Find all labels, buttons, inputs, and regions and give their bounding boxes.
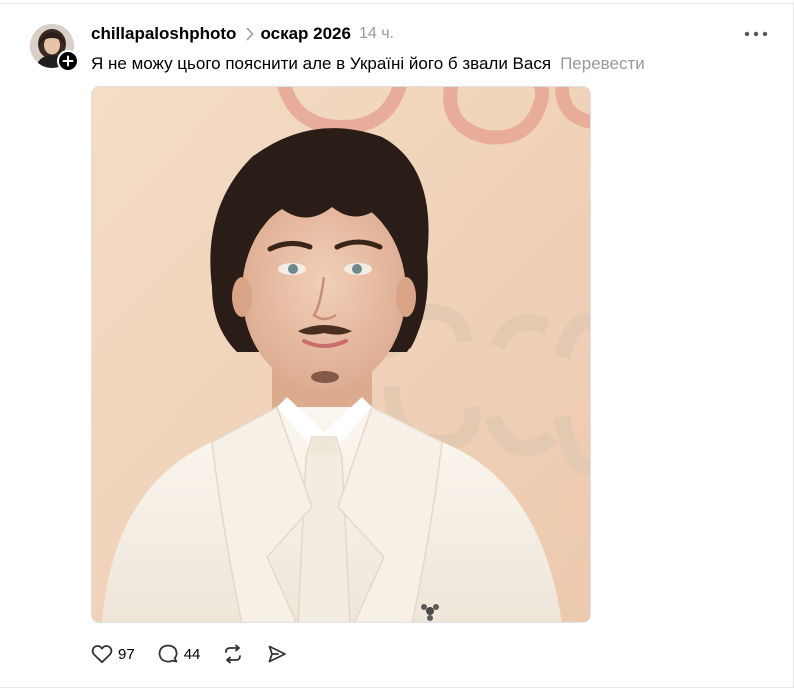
caption-line: Я не можу цього пояснити але в Україні й… — [91, 52, 645, 76]
translate-link[interactable]: Перевести — [560, 54, 645, 74]
post-header: chillapaloshphoto оскар 2026 14 ч. — [91, 22, 394, 46]
photo-image — [92, 87, 590, 622]
top-divider — [0, 3, 794, 4]
share-button[interactable] — [266, 640, 288, 668]
plus-icon — [62, 55, 74, 67]
topic-link[interactable]: оскар 2026 — [260, 24, 351, 44]
bottom-divider — [0, 687, 794, 688]
post-caption: Я не можу цього пояснити але в Україні й… — [91, 54, 552, 73]
comment-icon — [157, 643, 179, 665]
more-icon — [744, 31, 768, 37]
chevron-right-icon — [246, 27, 254, 41]
thread-post: chillapaloshphoto оскар 2026 14 ч. Я не … — [0, 0, 794, 691]
avatar-button[interactable] — [30, 24, 79, 72]
reply-button[interactable]: 44 — [157, 640, 201, 668]
post-photo[interactable] — [91, 86, 591, 623]
reply-count: 44 — [183, 645, 201, 663]
like-count: 97 — [118, 645, 135, 663]
repost-icon — [222, 643, 244, 665]
follow-badge[interactable] — [57, 50, 79, 72]
post-time[interactable]: 14 ч. — [359, 25, 394, 43]
more-button[interactable] — [740, 24, 772, 44]
send-icon — [266, 643, 288, 665]
repost-button[interactable] — [222, 640, 244, 668]
like-button[interactable]: 97 — [91, 640, 135, 668]
username-link[interactable]: chillapaloshphoto — [91, 24, 236, 44]
post-actions: 97 44 — [91, 640, 288, 668]
heart-icon — [91, 644, 113, 664]
